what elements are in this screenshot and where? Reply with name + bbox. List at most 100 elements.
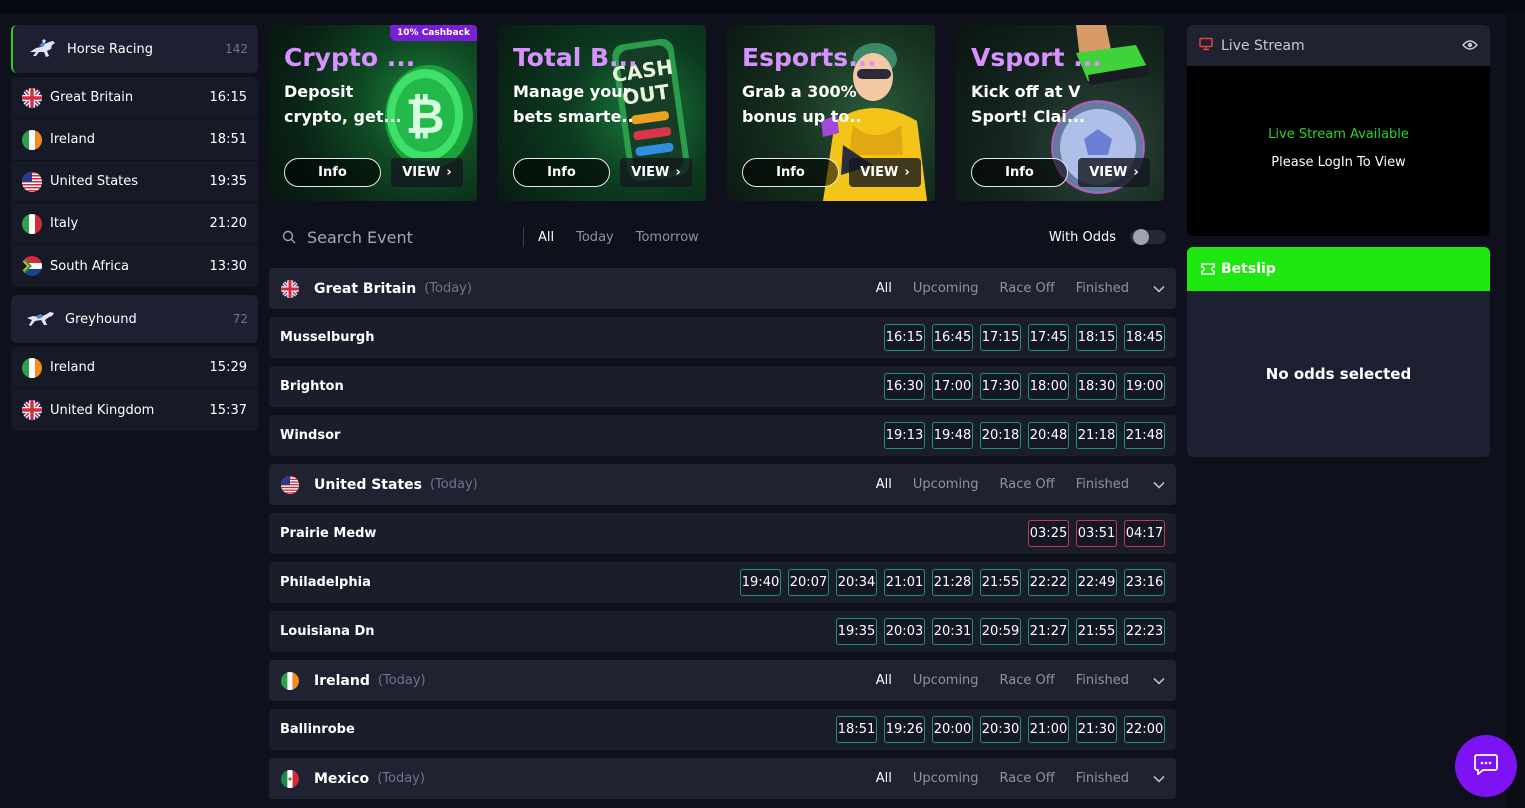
race-time-button[interactable]: 17:15	[980, 324, 1021, 351]
race-time-button[interactable]: 17:30	[980, 373, 1021, 400]
event-row[interactable]: Brighton 16:30 17:00 17:30 18:00 18:30 19:00	[269, 366, 1176, 407]
sidebar-country-ireland[interactable]: Ireland 18:51	[11, 119, 258, 161]
race-time-button[interactable]: 18:30	[1076, 373, 1117, 400]
betslip-header[interactable]: Betslip	[1187, 247, 1490, 291]
race-time-button[interactable]: 22:22	[1028, 569, 1069, 596]
race-time-button[interactable]: 19:40	[740, 569, 781, 596]
group-filter-finished[interactable]: Finished	[1076, 281, 1129, 296]
race-time-button[interactable]: 16:30	[884, 373, 925, 400]
race-time-button[interactable]: 16:45	[932, 324, 973, 351]
race-time-button[interactable]: 20:07	[788, 569, 829, 596]
chevron-down-icon[interactable]	[1150, 770, 1168, 788]
race-time-button[interactable]: 19:13	[884, 422, 925, 449]
event-row[interactable]: Louisiana Dn 19:35 20:03 20:31 20:59 21:27 21:…	[269, 611, 1176, 652]
group-header-mexico[interactable]: Mexico (Today) All Upcoming Race Off Finished	[269, 758, 1176, 799]
group-header-ireland[interactable]: Ireland (Today) All Upcoming Race Off Finishe…	[269, 660, 1176, 701]
promo-info-button[interactable]: Info	[742, 158, 839, 187]
sport-greyhound[interactable]: Greyhound 72	[11, 295, 258, 343]
group-header-united-states[interactable]: United States (Today) All Upcoming Race Off F…	[269, 464, 1176, 505]
event-row[interactable]: Musselburgh 16:15 16:45 17:15 17:45 18:15 18:4…	[269, 317, 1176, 358]
race-time-button[interactable]: 21:55	[980, 569, 1021, 596]
event-row[interactable]: Prairie Medw 03:25 03:51 04:17	[269, 513, 1176, 554]
race-time-button[interactable]: 04:17	[1124, 520, 1165, 547]
group-header-great-britain[interactable]: Great Britain (Today) All Upcoming Race Off F…	[269, 268, 1176, 309]
group-filter-finished[interactable]: Finished	[1076, 673, 1129, 688]
race-time-button[interactable]: 20:00	[932, 716, 973, 743]
promo-view-button[interactable]: VIEW ›	[849, 158, 921, 187]
race-time-button[interactable]: 21:55	[1076, 618, 1117, 645]
race-time-button[interactable]: 18:00	[1028, 373, 1069, 400]
race-time-button[interactable]: 20:30	[980, 716, 1021, 743]
chevron-down-icon[interactable]	[1150, 476, 1168, 494]
promo-info-button[interactable]: Info	[513, 158, 610, 187]
race-time-button[interactable]: 23:16	[1124, 569, 1165, 596]
event-row[interactable]: Ballinrobe 18:51 19:26 20:00 20:30 21:00 21:30…	[269, 709, 1176, 750]
event-row[interactable]: Philadelphia 19:40 20:07 20:34 21:01 21:28 21:…	[269, 562, 1176, 603]
promo-total-bets[interactable]: CASH OUT Total B... Manage your bets sma…	[498, 25, 706, 201]
group-filter-race-off[interactable]: Race Off	[1000, 673, 1055, 688]
group-filter-race-off[interactable]: Race Off	[1000, 477, 1055, 492]
race-time-button[interactable]: 19:48	[932, 422, 973, 449]
group-filter-all[interactable]: All	[876, 281, 892, 296]
search-event-input[interactable]	[307, 227, 512, 247]
page-scrollbar[interactable]	[1506, 13, 1525, 808]
group-filter-finished[interactable]: Finished	[1076, 771, 1129, 786]
race-time-button[interactable]: 21:27	[1028, 618, 1069, 645]
race-time-button[interactable]: 17:45	[1028, 324, 1069, 351]
promo-info-button[interactable]: Info	[971, 158, 1068, 187]
race-time-button[interactable]: 22:49	[1076, 569, 1117, 596]
race-time-button[interactable]: 20:48	[1028, 422, 1069, 449]
group-filter-upcoming[interactable]: Upcoming	[913, 281, 979, 296]
race-time-button[interactable]: 19:35	[836, 618, 877, 645]
chat-button[interactable]	[1455, 735, 1517, 797]
race-time-button[interactable]: 22:00	[1124, 716, 1165, 743]
race-time-button[interactable]: 20:34	[836, 569, 877, 596]
group-filter-upcoming[interactable]: Upcoming	[913, 477, 979, 492]
promo-view-button[interactable]: VIEW ›	[620, 158, 692, 187]
chevron-down-icon[interactable]	[1150, 280, 1168, 298]
race-time-button[interactable]: 19:26	[884, 716, 925, 743]
promo-crypto[interactable]: ₿ 10% Cashback Crypto ... Deposit crypto…	[269, 25, 477, 201]
promo-vsport[interactable]: Vsport ... Kick off at V Sport! Clai... …	[956, 25, 1164, 201]
race-time-button[interactable]: 21:28	[932, 569, 973, 596]
eye-icon[interactable]	[1462, 36, 1478, 55]
promo-esports[interactable]: Esports... Grab a 300% bonus up to... In…	[727, 25, 935, 201]
sport-horse-racing[interactable]: Horse Racing 142	[11, 25, 258, 73]
race-time-button[interactable]: 17:00	[932, 373, 973, 400]
race-time-button[interactable]: 03:25	[1028, 520, 1069, 547]
stream-login-text[interactable]: Please LogIn To View	[1187, 155, 1490, 170]
sidebar-country-united-states[interactable]: United States 19:35	[11, 161, 258, 203]
group-filter-upcoming[interactable]: Upcoming	[913, 771, 979, 786]
group-filter-all[interactable]: All	[876, 477, 892, 492]
race-time-button[interactable]: 21:18	[1076, 422, 1117, 449]
sidebar-country-great-britain[interactable]: Great Britain 16:15	[11, 77, 258, 119]
race-time-button[interactable]: 18:51	[836, 716, 877, 743]
tab-tomorrow[interactable]: Tomorrow	[636, 230, 699, 245]
with-odds-toggle[interactable]	[1130, 229, 1166, 245]
group-filter-finished[interactable]: Finished	[1076, 477, 1129, 492]
race-time-button[interactable]: 20:18	[980, 422, 1021, 449]
sidebar-country-italy[interactable]: Italy 21:20	[11, 203, 258, 245]
event-row[interactable]: Windsor 19:13 19:48 20:18 20:48 21:18 21:48	[269, 415, 1176, 456]
race-time-button[interactable]: 20:59	[980, 618, 1021, 645]
group-filter-race-off[interactable]: Race Off	[1000, 771, 1055, 786]
race-time-button[interactable]: 21:30	[1076, 716, 1117, 743]
group-filter-all[interactable]: All	[876, 771, 892, 786]
race-time-button[interactable]: 18:15	[1076, 324, 1117, 351]
promo-view-button[interactable]: VIEW ›	[391, 158, 463, 187]
tab-all[interactable]: All	[538, 230, 554, 245]
group-filter-race-off[interactable]: Race Off	[1000, 281, 1055, 296]
race-time-button[interactable]: 20:31	[932, 618, 973, 645]
race-time-button[interactable]: 18:45	[1124, 324, 1165, 351]
race-time-button[interactable]: 03:51	[1076, 520, 1117, 547]
group-filter-upcoming[interactable]: Upcoming	[913, 673, 979, 688]
promo-info-button[interactable]: Info	[284, 158, 381, 187]
race-time-button[interactable]: 21:00	[1028, 716, 1069, 743]
sidebar-country-united-kingdom[interactable]: United Kingdom 15:37	[11, 389, 258, 431]
sidebar-country-ireland[interactable]: Ireland 15:29	[11, 347, 258, 389]
group-filter-all[interactable]: All	[876, 673, 892, 688]
race-time-button[interactable]: 19:00	[1124, 373, 1165, 400]
race-time-button[interactable]: 21:01	[884, 569, 925, 596]
sidebar-country-south-africa[interactable]: South Africa 13:30	[11, 245, 258, 287]
promo-view-button[interactable]: VIEW ›	[1078, 158, 1150, 187]
